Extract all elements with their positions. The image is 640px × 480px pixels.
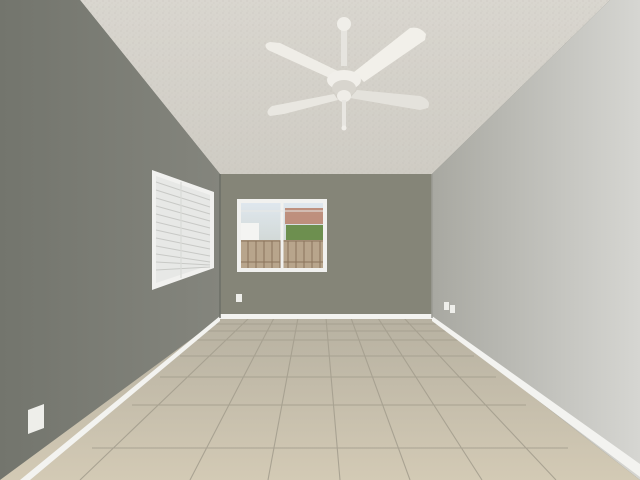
back-window [237, 199, 327, 272]
room-scene [0, 0, 640, 480]
